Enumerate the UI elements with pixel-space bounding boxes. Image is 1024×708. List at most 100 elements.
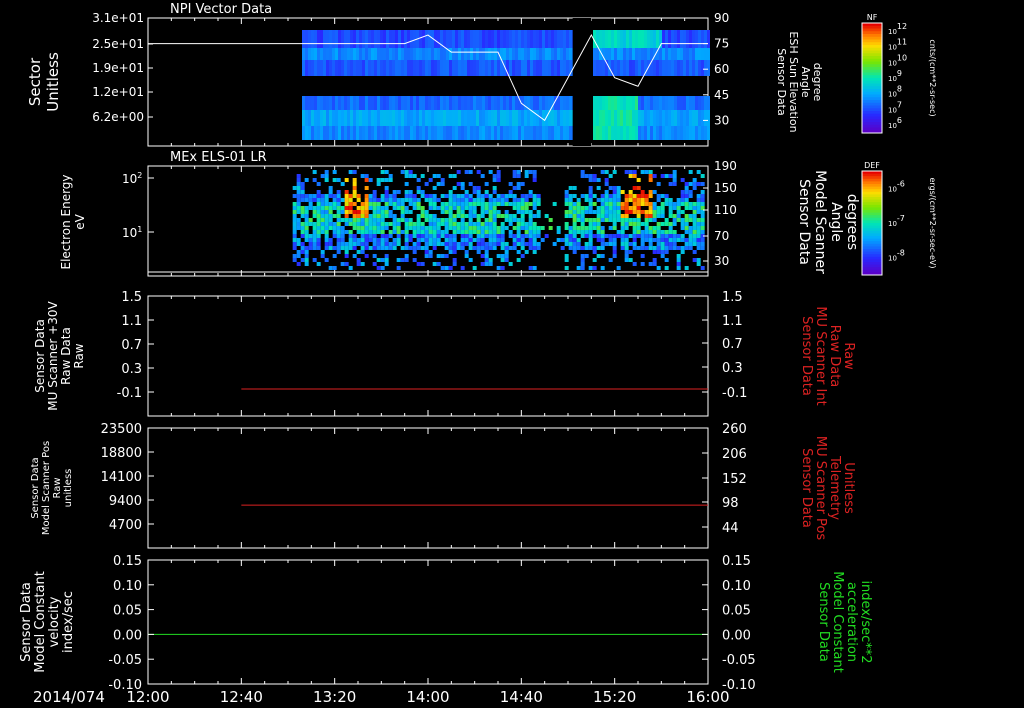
heat-cell: [647, 96, 650, 110]
spectrogram-cell: [656, 238, 661, 242]
spectrogram-cell: [408, 238, 413, 242]
y2-tick-label: 30: [714, 113, 729, 127]
heat-cell: [692, 96, 695, 110]
heat-cell: [617, 110, 620, 126]
spectrogram-cell: [348, 194, 353, 198]
spectrogram-cell: [436, 262, 441, 266]
spectrogram-cell: [616, 218, 621, 222]
spectrogram-cell: [540, 226, 545, 230]
spectrogram-cell: [564, 234, 569, 238]
heat-cell: [449, 126, 452, 140]
spectrogram-cell: [416, 190, 421, 194]
spectrogram-cell: [472, 210, 477, 214]
heat-cell: [548, 96, 551, 110]
heat-cell: [626, 110, 629, 126]
spectrogram-cell: [432, 214, 437, 218]
spectrogram-cell: [296, 198, 301, 202]
heat-cell: [518, 60, 521, 76]
heat-cell: [647, 126, 650, 140]
heat-cell: [359, 126, 362, 140]
spectrogram-cell: [556, 238, 561, 242]
heat-cell: [674, 60, 677, 76]
heat-cell: [704, 110, 707, 126]
spectrogram-cell: [524, 174, 529, 178]
spectrogram-cell: [700, 218, 705, 222]
spectrogram-cell: [672, 206, 677, 210]
heat-cell: [665, 96, 668, 110]
spectrogram-cell: [628, 174, 633, 178]
spectrogram-cell: [588, 198, 593, 202]
spectrogram-cell: [636, 206, 641, 210]
spectrogram-cell: [648, 170, 653, 174]
spectrogram-cell: [348, 198, 353, 202]
spectrogram-cell: [312, 234, 317, 238]
spectrogram-cell: [360, 202, 365, 206]
heat-cell: [701, 126, 704, 140]
spectrogram-cell: [500, 214, 505, 218]
spectrogram-cell: [556, 230, 561, 234]
spectrogram-cell: [512, 170, 517, 174]
spectrogram-cell: [360, 206, 365, 210]
spectrogram-cell: [436, 174, 441, 178]
heat-cell: [650, 48, 653, 60]
spectrogram-cell: [488, 262, 493, 266]
spectrogram-cell: [424, 194, 429, 198]
heat-cell: [620, 96, 623, 110]
spectrogram-cell: [404, 242, 409, 246]
spectrogram-cell: [632, 186, 637, 190]
spectrogram-cell: [472, 266, 477, 270]
spectrogram-cell: [668, 202, 673, 206]
heat-cell: [563, 60, 566, 76]
spectrogram-cell: [328, 218, 333, 222]
spectrogram-cell: [480, 226, 485, 230]
panel-title: NPI Vector Data: [170, 2, 272, 17]
spectrogram-cell: [472, 186, 477, 190]
spectrogram-cell: [464, 194, 469, 198]
spectrogram-cell: [400, 198, 405, 202]
spectrogram-cell: [452, 234, 457, 238]
spectrogram-cell: [324, 198, 329, 202]
heat-cell: [488, 48, 491, 60]
heat-cell: [548, 60, 551, 76]
spectrogram-cell: [348, 170, 353, 174]
spectrogram-cell: [516, 230, 521, 234]
spectrogram-cell: [504, 214, 509, 218]
spectrogram-cell: [672, 218, 677, 222]
spectrogram-cell: [668, 174, 673, 178]
els-colorbar: [862, 171, 882, 276]
heat-cell: [698, 48, 701, 60]
spectrogram-cell: [512, 202, 517, 206]
spectrogram-cell: [632, 246, 637, 250]
spectrogram-cell: [528, 230, 533, 234]
spectrogram-cell: [480, 246, 485, 250]
spectrogram-cell: [420, 190, 425, 194]
spectrogram-cell: [504, 198, 509, 202]
heat-cell: [323, 110, 326, 126]
heat-cell: [698, 126, 701, 140]
spectrogram-cell: [316, 262, 321, 266]
spectrogram-cell: [324, 242, 329, 246]
spectrogram-cell: [392, 226, 397, 230]
spectrogram-cell: [488, 218, 493, 222]
spectrogram-cell: [412, 174, 417, 178]
spectrogram-cell: [336, 238, 341, 242]
spectrogram-cell: [496, 170, 501, 174]
spectrogram-cell: [612, 246, 617, 250]
heat-cell: [494, 96, 497, 110]
heat-cell: [527, 60, 530, 76]
spectrogram-cell: [420, 210, 425, 214]
heat-cell: [512, 110, 515, 126]
spectrogram-cell: [632, 170, 637, 174]
y2-tick-label: 1.1: [722, 314, 743, 329]
spectrogram-cell: [504, 246, 509, 250]
spectrogram-cell: [640, 170, 645, 174]
spectrogram-cell: [360, 226, 365, 230]
spectrogram-cell: [364, 218, 369, 222]
heat-cell: [350, 30, 353, 48]
spectrogram-cell: [460, 186, 465, 190]
spectrogram-cell: [520, 218, 525, 222]
spectrogram-cell: [640, 242, 645, 246]
heat-cell: [488, 60, 491, 76]
spectrogram-cell: [456, 194, 461, 198]
spectrogram-cell: [564, 194, 569, 198]
